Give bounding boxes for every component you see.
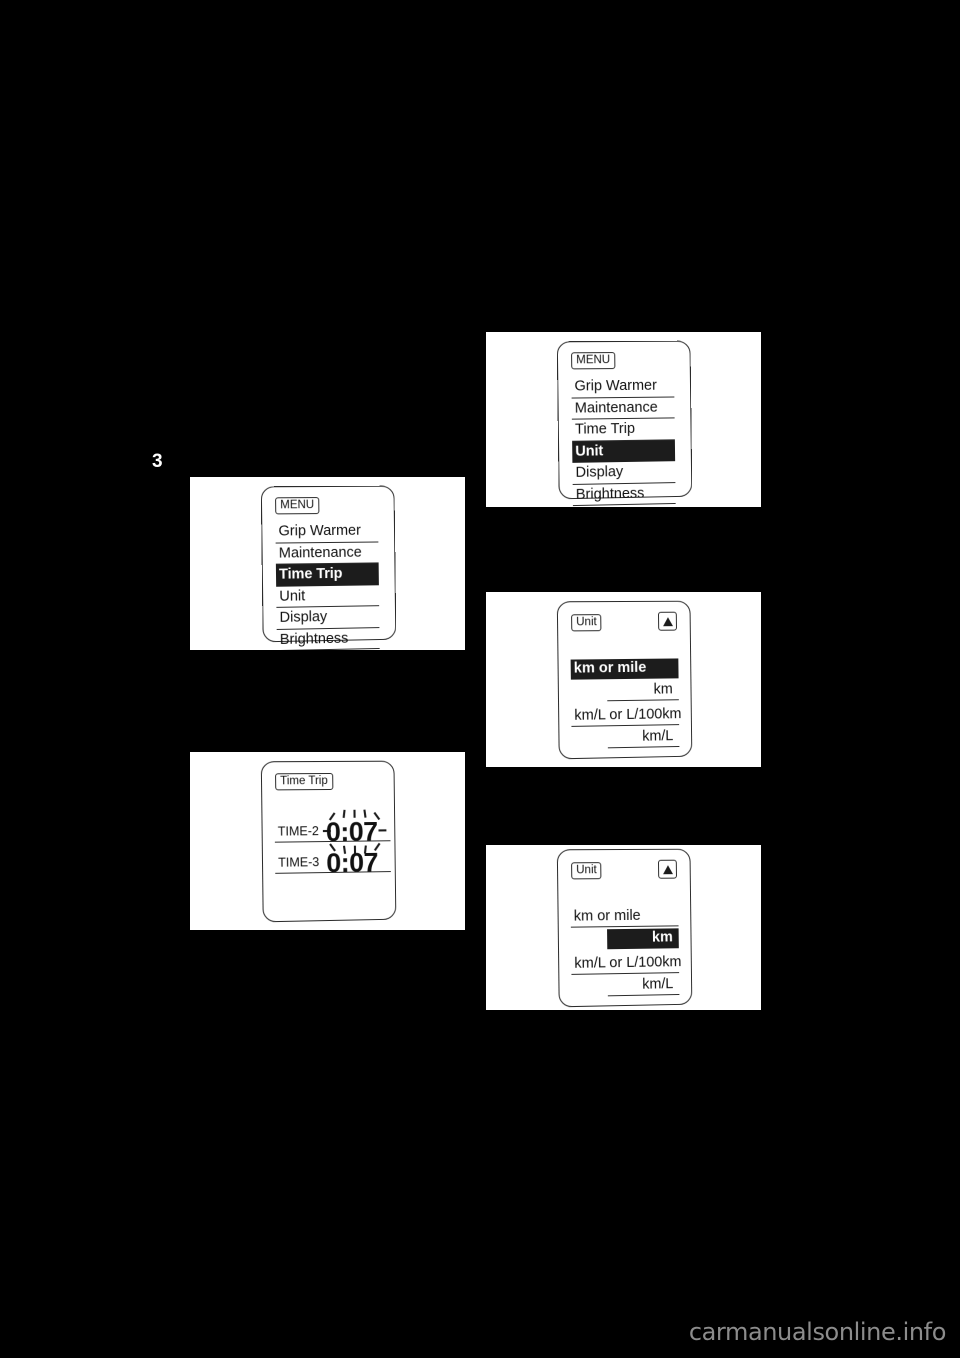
- manual-page: 3 MENU Grip Warmer Maintenance Time Trip…: [0, 0, 960, 1358]
- menu-item-unit[interactable]: Unit: [572, 439, 676, 463]
- up-triangle-icon: [657, 611, 678, 631]
- screen-title-badge: Unit: [571, 614, 602, 632]
- menu-item-label: Maintenance: [574, 399, 658, 417]
- unit-value-distance[interactable]: km: [607, 928, 679, 950]
- screen-title-badge: Unit: [571, 862, 602, 880]
- menu-item-time-trip[interactable]: Time Trip: [571, 418, 675, 442]
- time-trip-row-name: TIME-2: [274, 824, 330, 843]
- menu-item-unit[interactable]: Unit: [276, 584, 380, 608]
- unit-option-km-or-mile[interactable]: km or mile: [570, 658, 679, 680]
- figure-menu-time-trip: MENU Grip Warmer Maintenance Time Trip U…: [190, 477, 465, 650]
- menu-item-label: Clock: [576, 506, 613, 507]
- lcd-screen-menu-unit: MENU Grip Warmer Maintenance Time Trip U…: [556, 340, 693, 507]
- menu-item-label: Time Trip: [278, 565, 343, 583]
- figure-time-trip: Time Trip TIME-2 0:07 TIME-3 0:07: [190, 752, 465, 930]
- screen-title-badge: MENU: [275, 497, 320, 515]
- menu-item-display[interactable]: Display: [276, 606, 380, 630]
- menu-item-grip-warmer[interactable]: Grip Warmer: [571, 375, 675, 399]
- lcd-screen-time-trip: Time Trip TIME-2 0:07 TIME-3 0:07: [260, 760, 397, 923]
- menu-item-label: Grip Warmer: [278, 522, 361, 540]
- menu-item-grip-warmer[interactable]: Grip Warmer: [275, 520, 379, 544]
- lcd-screen-menu-time-trip: MENU Grip Warmer Maintenance Time Trip U…: [260, 485, 397, 650]
- lcd-screen-unit-km-or-mile: Unit km or mile km km/L or L/100km km/L: [556, 600, 693, 760]
- menu-item-label: Unit: [575, 442, 604, 460]
- lcd-screen-unit-km-selected: Unit km or mile km km/L or L/100km km/L: [556, 848, 693, 1008]
- figure-unit-km-selected: Unit km or mile km km/L or L/100km km/L: [486, 845, 761, 1010]
- menu-item-time-trip[interactable]: Time Trip: [275, 563, 379, 587]
- menu-item-label: Display: [575, 464, 624, 481]
- unit-value-fuel-economy[interactable]: km/L: [607, 727, 680, 749]
- unit-option-fuel-economy[interactable]: km/L or L/100km: [571, 705, 682, 727]
- chapter-number: 3: [152, 451, 163, 472]
- menu-item-brightness[interactable]: Brightness: [572, 482, 676, 507]
- screen-title-badge: Time Trip: [275, 772, 333, 791]
- unit-value-distance[interactable]: km: [607, 680, 679, 702]
- figure-menu-unit: MENU Grip Warmer Maintenance Time Trip U…: [486, 332, 761, 507]
- menu-item-maintenance[interactable]: Maintenance: [275, 541, 379, 565]
- menu-item-label: Display: [279, 609, 328, 626]
- menu-item-label: Brightness: [575, 485, 645, 503]
- unit-option-fuel-economy[interactable]: km/L or L/100km: [571, 953, 682, 975]
- menu-item-label: Time Trip: [574, 420, 636, 438]
- menu-item-brightness[interactable]: Brightness: [276, 627, 380, 650]
- menu-item-label: Maintenance: [278, 544, 362, 562]
- screen-title-badge: MENU: [571, 352, 616, 370]
- time-trip-row-name: TIME-3: [275, 854, 330, 874]
- menu-item-maintenance[interactable]: Maintenance: [571, 396, 675, 420]
- up-triangle-icon: [657, 859, 678, 879]
- menu-list: Grip Warmer Maintenance Time Trip Unit D…: [571, 375, 676, 507]
- unit-option-km-or-mile[interactable]: km or mile: [570, 906, 679, 928]
- menu-item-label: Unit: [279, 587, 306, 605]
- watermark: carmanualsonline.info: [688, 1318, 947, 1346]
- menu-item-label: Brightness: [279, 630, 349, 648]
- menu-list: Grip Warmer Maintenance Time Trip Unit D…: [275, 520, 380, 650]
- unit-value-fuel-economy[interactable]: km/L: [607, 975, 680, 997]
- figure-unit-km-or-mile: Unit km or mile km km/L or L/100km km/L: [486, 592, 761, 767]
- menu-item-display[interactable]: Display: [572, 461, 676, 485]
- menu-item-label: Grip Warmer: [574, 377, 657, 395]
